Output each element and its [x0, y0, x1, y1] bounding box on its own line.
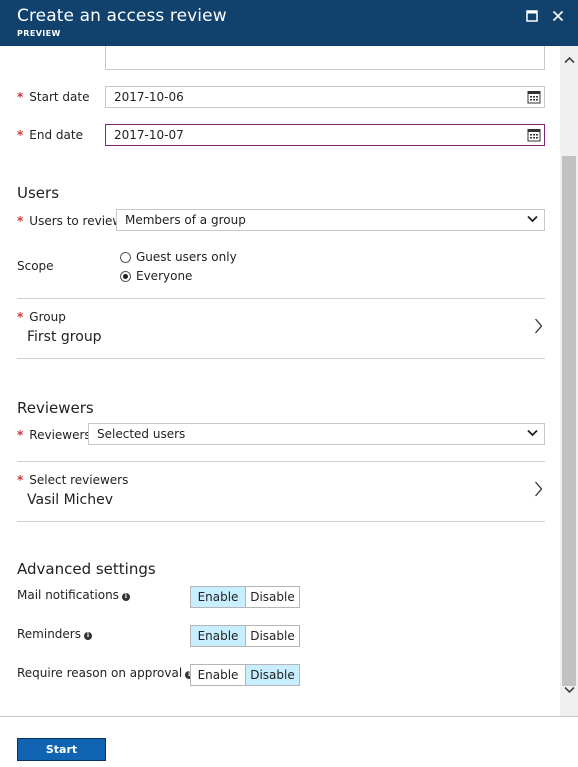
required-marker: *	[17, 428, 24, 442]
radio-indicator[interactable]	[120, 270, 131, 282]
reminders-label-text: Reminders	[17, 627, 81, 641]
required-marker: *	[17, 214, 24, 228]
blade-header: Create an access review PREVIEW	[0, 0, 578, 46]
require-reason-enable[interactable]: Enable	[191, 665, 245, 685]
select-reviewers-label: * Select reviewers	[17, 473, 128, 487]
scroll-down-icon[interactable]	[563, 684, 575, 696]
select-reviewers-value: Vasil Michev	[27, 492, 114, 508]
start-date-value: 2017-10-06	[114, 90, 184, 104]
mail-notifications-disable[interactable]: Disable	[245, 587, 299, 607]
info-icon[interactable]: i	[84, 632, 92, 640]
blade-footer: Start	[0, 716, 578, 767]
scrollbar-thumb[interactable]	[562, 156, 576, 686]
mail-notifications-enable[interactable]: Enable	[191, 587, 245, 607]
reviewers-section-title: Reviewers	[17, 399, 94, 417]
users-to-review-label: * Users to review	[17, 214, 122, 228]
scope-label: Scope	[17, 259, 54, 273]
scope-option-label: Guest users only	[136, 250, 237, 264]
chevron-right-icon	[535, 318, 543, 334]
required-marker: *	[17, 90, 24, 104]
users-to-review-label-text: Users to review	[29, 214, 123, 228]
reminders-enable[interactable]: Enable	[191, 626, 245, 646]
radio-indicator[interactable]	[120, 251, 131, 263]
end-date-input[interactable]: 2017-10-07	[105, 124, 545, 146]
scope-option-label: Everyone	[136, 269, 193, 283]
reminders-toggle[interactable]: Enable Disable	[190, 625, 300, 647]
maximize-icon[interactable]	[522, 6, 542, 26]
chevron-right-icon	[535, 481, 543, 497]
info-icon[interactable]: i	[121, 593, 130, 601]
group-label: * Group	[17, 310, 66, 324]
select-reviewers-label-text: Select reviewers	[29, 473, 129, 487]
mail-notifications-label-text: Mail notifications	[17, 588, 119, 602]
mail-notifications-label: Mail notifications i	[17, 588, 130, 602]
reviewers-label: * Reviewers	[17, 428, 91, 442]
calendar-icon[interactable]	[527, 90, 541, 104]
require-reason-disable[interactable]: Disable	[245, 665, 299, 685]
chevron-down-icon	[527, 429, 538, 437]
select-reviewers-picker[interactable]: * Select reviewers Vasil Michev	[17, 462, 545, 522]
preview-badge: PREVIEW	[17, 29, 61, 38]
required-marker: *	[17, 128, 24, 142]
close-icon[interactable]	[548, 6, 568, 26]
require-reason-label: Require reason on approval i	[17, 666, 194, 680]
divider	[17, 521, 545, 522]
description-textarea[interactable]	[105, 46, 545, 70]
required-marker: *	[17, 473, 24, 487]
scope-radio-everyone[interactable]: Everyone	[120, 269, 192, 283]
reviewers-select[interactable]: Selected users	[88, 423, 545, 445]
start-button[interactable]: Start	[17, 738, 106, 761]
end-date-value: 2017-10-07	[114, 128, 184, 142]
calendar-icon[interactable]	[527, 128, 541, 142]
scroll-up-icon[interactable]	[563, 54, 575, 66]
reviewers-value: Selected users	[97, 427, 186, 441]
blade-content[interactable]: * Start date 2017-10-06 * End date 2017-10…	[0, 46, 560, 716]
reminders-disable[interactable]: Disable	[245, 626, 299, 646]
require-reason-toggle[interactable]: Enable Disable	[190, 664, 300, 686]
vertical-scrollbar[interactable]	[560, 46, 578, 716]
group-label-text: Group	[29, 310, 66, 324]
advanced-settings-title: Advanced settings	[17, 560, 156, 578]
chevron-down-icon	[527, 215, 538, 223]
users-to-review-value: Members of a group	[125, 213, 246, 227]
end-date-label: * End date	[17, 128, 83, 142]
users-section-title: Users	[17, 184, 60, 202]
page-title: Create an access review	[17, 6, 227, 26]
start-date-label: * Start date	[17, 90, 89, 104]
scope-radio-guest-users[interactable]: Guest users only	[120, 250, 237, 264]
start-date-label-text: Start date	[29, 90, 90, 104]
required-marker: *	[17, 310, 24, 324]
users-to-review-select[interactable]: Members of a group	[116, 209, 545, 231]
require-reason-label-text: Require reason on approval	[17, 666, 183, 680]
end-date-label-text: End date	[29, 128, 83, 142]
reviewers-label-text: Reviewers	[29, 428, 91, 442]
start-date-input[interactable]: 2017-10-06	[105, 86, 545, 108]
mail-notifications-toggle[interactable]: Enable Disable	[190, 586, 300, 608]
divider	[17, 358, 545, 359]
group-value: First group	[27, 329, 102, 345]
group-picker[interactable]: * Group First group	[17, 299, 545, 359]
reminders-label: Reminders i	[17, 627, 92, 641]
